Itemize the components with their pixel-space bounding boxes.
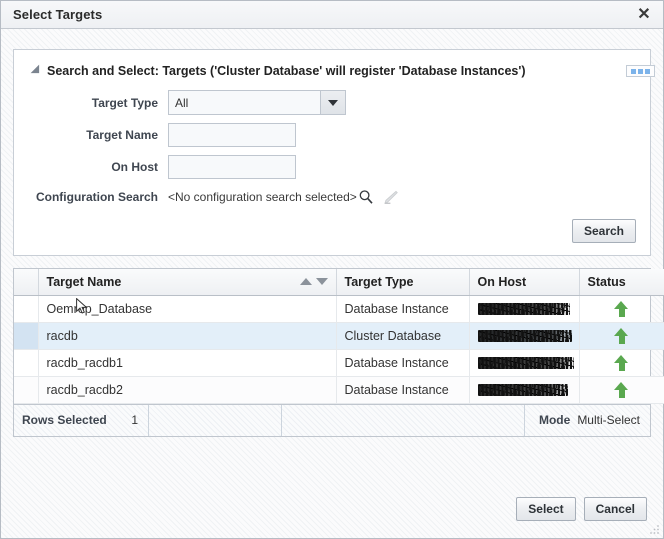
sort-ascending-icon[interactable]: [300, 278, 312, 285]
table-status-bar: Rows Selected 1 Mode Multi-Select: [13, 405, 651, 437]
rows-selected-label: Rows Selected: [22, 413, 107, 427]
disclosure-triangle-icon[interactable]: [31, 65, 44, 78]
dialog-titlebar: Select Targets ✕: [1, 1, 663, 29]
sort-controls: [300, 278, 328, 285]
target-type-row: Target Type All: [28, 90, 636, 115]
status-bar-spacer-1: [149, 405, 282, 436]
table-row[interactable]: Oemrep_Database Database Instance: [14, 295, 664, 322]
search-panel-header: Search and Select: Targets ('Cluster Dat…: [34, 64, 636, 78]
status-up-arrow-icon: [614, 328, 629, 344]
results-table: Target Name Target Type On Host: [14, 269, 664, 404]
target-type-select[interactable]: All: [168, 90, 346, 115]
table-row[interactable]: racdb_racdb2 Database Instance: [14, 376, 664, 403]
cell-target-type: Database Instance: [336, 295, 469, 322]
cancel-button[interactable]: Cancel: [584, 497, 647, 521]
search-panel-title: Search and Select: Targets ('Cluster Dat…: [47, 64, 526, 78]
cell-on-host: [469, 376, 579, 403]
status-up-arrow-icon: [614, 382, 629, 398]
dialog-footer: Select Cancel: [1, 490, 663, 538]
column-header-on-host-label: On Host: [478, 275, 527, 289]
cell-on-host: [469, 322, 579, 349]
configuration-search-row: Configuration Search <No configuration s…: [28, 189, 636, 205]
target-name-row: Target Name: [28, 123, 636, 147]
cell-target-type: Database Instance: [336, 376, 469, 403]
column-header-status-label: Status: [588, 275, 626, 289]
mode-value: Multi-Select: [577, 413, 640, 427]
column-header-status[interactable]: Status: [579, 269, 664, 295]
cell-status: [579, 349, 664, 376]
select-button[interactable]: Select: [516, 497, 575, 521]
on-host-input[interactable]: [168, 155, 296, 179]
dialog-body: Search and Select: Targets ('Cluster Dat…: [1, 29, 663, 538]
row-select-cell[interactable]: [14, 295, 38, 322]
rows-selected-group: Rows Selected 1: [14, 405, 149, 436]
search-and-select-panel: Search and Select: Targets ('Cluster Dat…: [13, 49, 651, 256]
mode-label: Mode: [539, 413, 570, 427]
column-header-target-name[interactable]: Target Name: [38, 269, 336, 295]
column-header-target-type-label: Target Type: [345, 275, 414, 289]
redacted-hostname: [478, 384, 568, 396]
redacted-hostname: [478, 303, 570, 315]
cell-target-name: racdb_racdb1: [38, 349, 336, 376]
results-table-container: Target Name Target Type On Host: [13, 268, 651, 405]
target-name-input[interactable]: [168, 123, 296, 147]
cell-target-name: racdb_racdb2: [38, 376, 336, 403]
configuration-search-label: Configuration Search: [28, 190, 168, 204]
cell-target-type: Database Instance: [336, 349, 469, 376]
status-up-arrow-icon: [614, 355, 629, 371]
search-button-row: Search: [28, 219, 636, 243]
column-header-on-host[interactable]: On Host: [469, 269, 579, 295]
grabber-handle-icon[interactable]: [626, 65, 655, 77]
column-header-select: [14, 269, 38, 295]
resize-grip-icon[interactable]: [649, 524, 660, 535]
redacted-hostname: [478, 357, 574, 369]
on-host-label: On Host: [28, 160, 168, 174]
cell-status: [579, 376, 664, 403]
cell-target-type: Cluster Database: [336, 322, 469, 349]
configuration-search-value: <No configuration search selected>: [168, 190, 357, 204]
cell-on-host: [469, 295, 579, 322]
row-select-cell[interactable]: [14, 349, 38, 376]
status-up-arrow-icon: [614, 301, 629, 317]
select-targets-dialog: Select Targets ✕ Search and Select: Targ…: [0, 0, 664, 539]
target-name-label: Target Name: [28, 128, 168, 142]
row-select-cell[interactable]: [14, 376, 38, 403]
mode-group: Mode Multi-Select: [525, 405, 650, 436]
sort-descending-icon[interactable]: [316, 278, 328, 285]
redacted-hostname: [478, 330, 572, 342]
table-row[interactable]: racdb Cluster Database: [14, 322, 664, 349]
cell-status: [579, 295, 664, 322]
chevron-down-icon[interactable]: [320, 91, 345, 114]
status-bar-spacer-2: [282, 405, 525, 436]
cell-target-name: racdb: [38, 322, 336, 349]
column-header-target-type[interactable]: Target Type: [336, 269, 469, 295]
rows-selected-value: 1: [131, 413, 138, 427]
cell-target-name: Oemrep_Database: [38, 295, 336, 322]
on-host-row: On Host: [28, 155, 636, 179]
close-icon[interactable]: ✕: [633, 4, 655, 26]
pencil-icon[interactable]: [382, 189, 398, 205]
cell-status: [579, 322, 664, 349]
column-header-target-name-label: Target Name: [47, 275, 122, 289]
target-type-label: Target Type: [28, 96, 168, 110]
cell-on-host: [469, 349, 579, 376]
magnifier-icon[interactable]: [358, 189, 374, 205]
row-select-cell[interactable]: [14, 322, 38, 349]
dialog-title: Select Targets: [13, 7, 102, 22]
table-row[interactable]: racdb_racdb1 Database Instance: [14, 349, 664, 376]
table-header-row: Target Name Target Type On Host: [14, 269, 664, 295]
search-button[interactable]: Search: [572, 219, 636, 243]
target-type-value: All: [169, 91, 320, 114]
